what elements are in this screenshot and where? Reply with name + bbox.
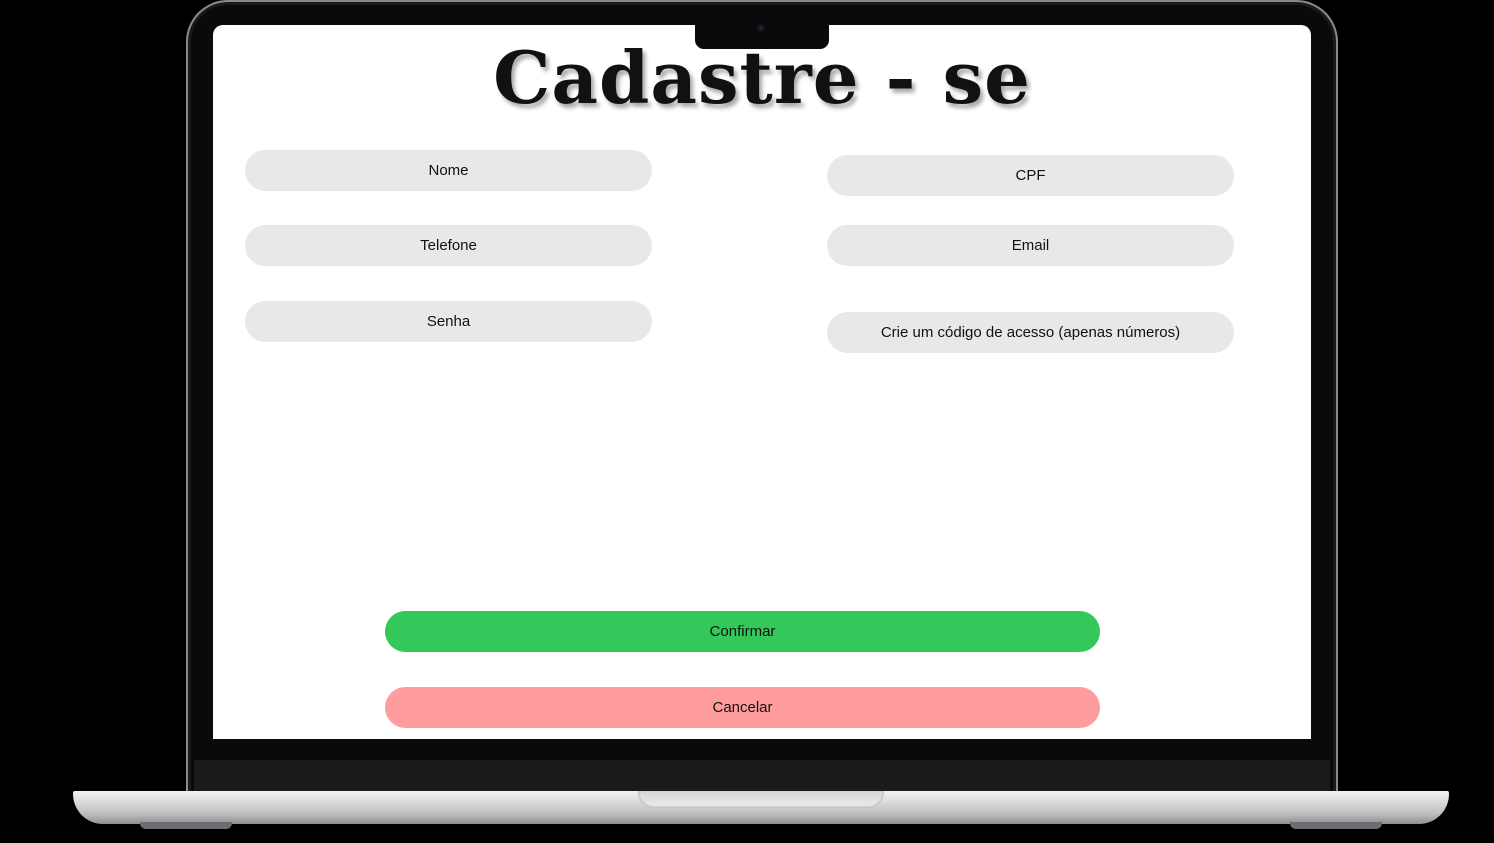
laptop-chin [194,760,1330,792]
email-field[interactable] [827,225,1234,266]
laptop-base-lip [638,791,884,808]
laptop-foot-left [140,822,232,829]
confirm-button[interactable]: Confirmar [385,611,1100,652]
camera-notch [695,18,829,49]
codigo-acesso-field[interactable] [827,312,1234,353]
cancel-button[interactable]: Cancelar [385,687,1100,728]
senha-field[interactable] [245,301,652,342]
webcam-icon [757,24,765,32]
cpf-field[interactable] [827,155,1234,196]
laptop-mockup: Cadastre - se Confirmar Cancelar [0,0,1494,843]
app-screen: Cadastre - se Confirmar Cancelar [213,25,1311,739]
telefone-field[interactable] [245,225,652,266]
nome-field[interactable] [245,150,652,191]
laptop-foot-right [1290,822,1382,829]
